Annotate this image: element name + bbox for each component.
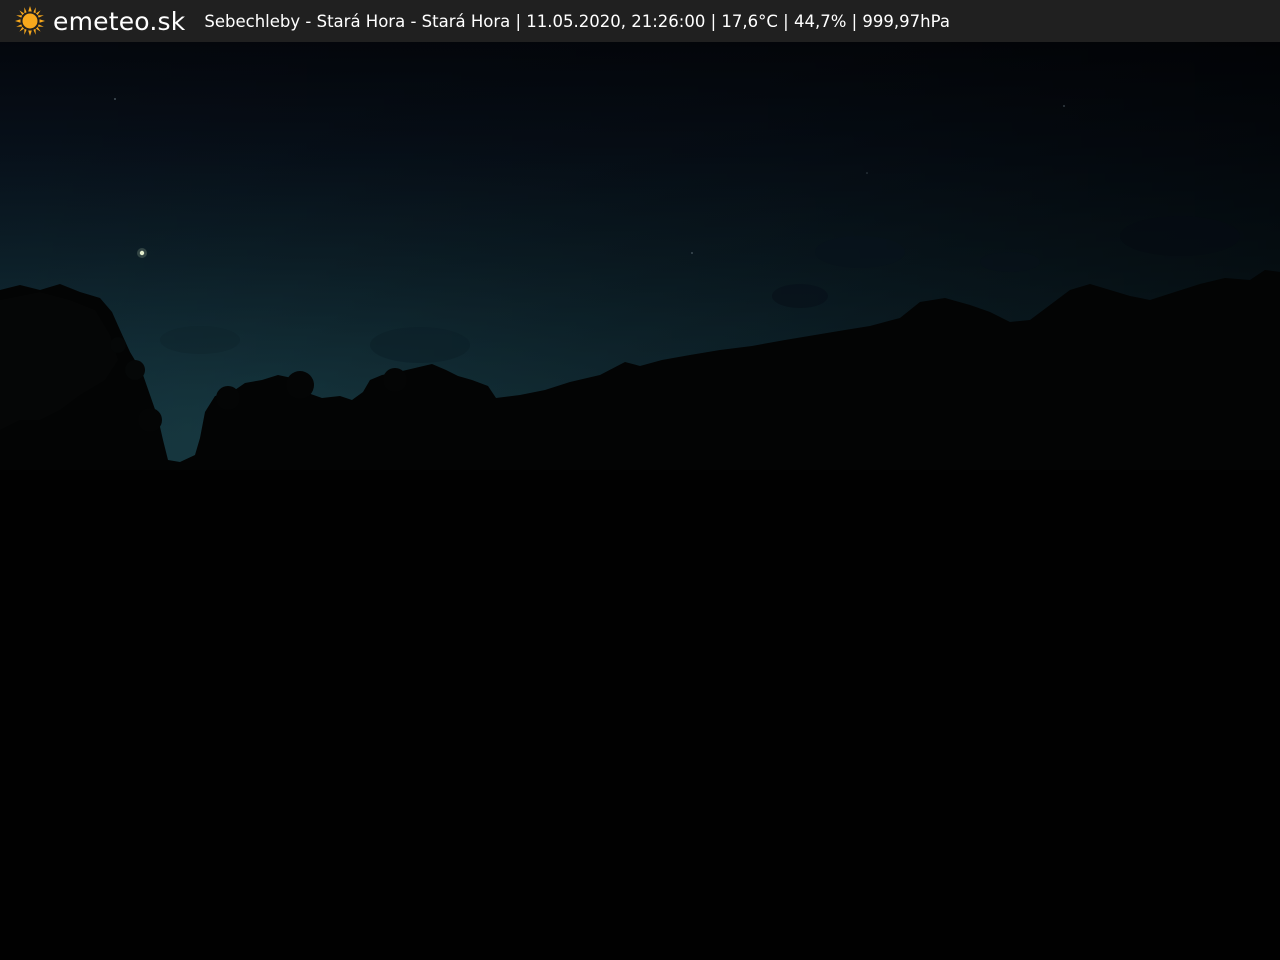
dark-foreground bbox=[0, 470, 1280, 960]
webcam-image bbox=[0, 42, 1280, 960]
brand-name: emeteo.sk bbox=[53, 6, 186, 36]
emeteo-logo[interactable]: emeteo.sk bbox=[14, 0, 185, 42]
sun-icon bbox=[15, 6, 45, 36]
webcam-frame: emeteo.sk Sebechleby - Stará Hora - Star… bbox=[0, 0, 1280, 960]
caption-bar: emeteo.sk Sebechleby - Stará Hora - Star… bbox=[0, 0, 1280, 42]
webcam-caption: Sebechleby - Stará Hora - Stará Hora | 1… bbox=[204, 12, 950, 31]
